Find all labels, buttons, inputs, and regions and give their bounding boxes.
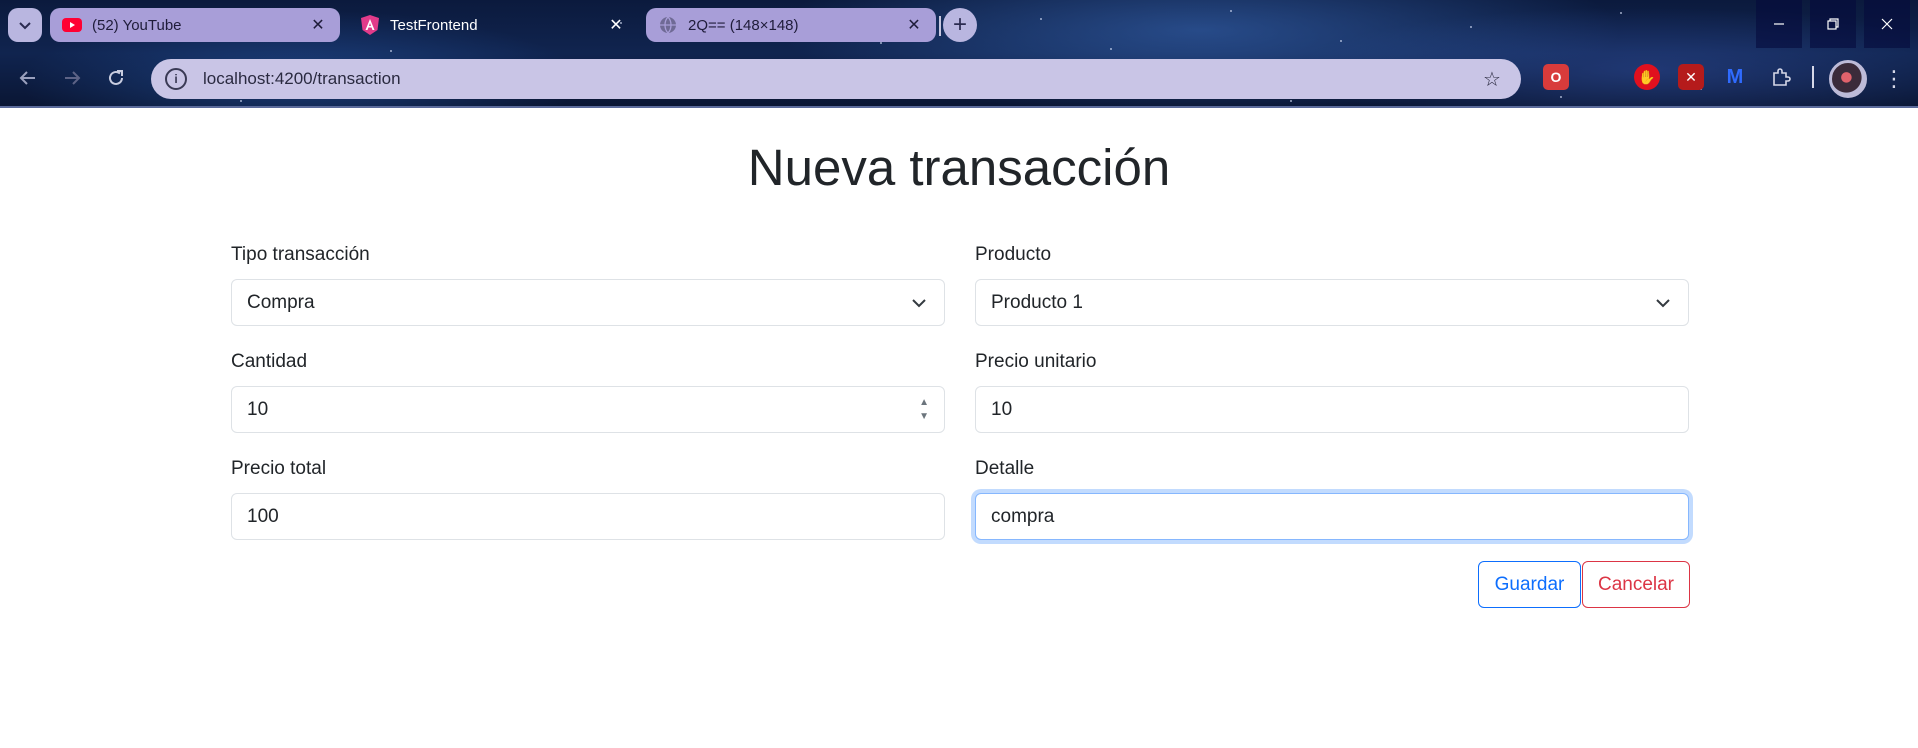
bookmark-star-icon[interactable]: ☆ [1477, 64, 1507, 94]
input-value: 100 [247, 505, 279, 527]
input-value: 10 [247, 398, 269, 420]
close-icon[interactable]: ✕ [606, 15, 626, 35]
back-button[interactable] [12, 62, 44, 94]
producto-label: Producto [975, 244, 1052, 265]
precio-unitario-input[interactable]: 10 [975, 386, 1689, 433]
more-options-icon[interactable]: ⋮ [1882, 62, 1906, 96]
malwarebytes-icon[interactable]: M [1722, 64, 1748, 90]
select-value: Compra [247, 291, 315, 313]
close-icon [1881, 18, 1893, 30]
cancelar-button[interactable]: Cancelar [1582, 561, 1690, 608]
tipo-transaccion-select[interactable]: Compra [231, 279, 945, 326]
tipo-transaccion-label: Tipo transacción [231, 244, 370, 265]
input-value: 10 [991, 398, 1013, 420]
precio-total-input[interactable]: 100 [231, 493, 945, 540]
tab-youtube[interactable]: (52) YouTube ✕ [50, 8, 340, 42]
spinner-up-icon[interactable]: ▲ [919, 397, 929, 408]
adblock-icon[interactable]: ✋ [1634, 64, 1660, 90]
url-text[interactable]: localhost:4200/transaction [203, 69, 1477, 89]
ublock-icon[interactable]: ✕ [1678, 64, 1704, 90]
reload-button[interactable] [100, 62, 132, 94]
guardar-button[interactable]: Guardar [1478, 561, 1581, 608]
minimize-button[interactable] [1756, 0, 1802, 48]
address-bar[interactable]: i localhost:4200/transaction ☆ [151, 59, 1521, 99]
browser-chrome: (52) YouTube ✕ TestFrontend ✕ 2Q== (148×… [0, 0, 1918, 108]
extensions-puzzle-icon[interactable] [1768, 64, 1794, 90]
detalle-label: Detalle [975, 458, 1035, 479]
cantidad-label: Cantidad [231, 351, 308, 372]
number-spinner[interactable]: ▲ ▼ [919, 397, 929, 422]
chevron-down-icon [19, 22, 31, 30]
tab-title: 2Q== (148×148) [688, 16, 799, 34]
restore-icon [1827, 18, 1839, 30]
close-icon[interactable]: ✕ [904, 15, 924, 35]
chevron-down-icon [1653, 293, 1673, 313]
page-title: Nueva transacción [747, 139, 1171, 196]
minimize-icon [1774, 23, 1784, 25]
site-info-icon[interactable]: i [165, 68, 187, 90]
arrow-right-icon [65, 71, 81, 85]
tab-search-button[interactable] [8, 8, 42, 42]
tab-testfrontend[interactable]: TestFrontend ✕ [348, 8, 638, 42]
reload-icon [109, 70, 123, 85]
input-value: compra [991, 505, 1055, 527]
tab-image[interactable]: 2Q== (148×148) ✕ [646, 8, 936, 42]
producto-select[interactable]: Producto 1 [975, 279, 1689, 326]
tab-title: TestFrontend [390, 16, 478, 34]
detalle-input[interactable]: compra [975, 493, 1689, 540]
new-tab-button[interactable]: + [943, 8, 977, 42]
office-icon[interactable]: O [1543, 64, 1569, 90]
globe-icon [658, 15, 678, 35]
spinner-down-icon[interactable]: ▼ [919, 411, 929, 422]
profile-avatar[interactable] [1829, 60, 1867, 98]
restore-button[interactable] [1810, 0, 1856, 48]
plus-icon: + [952, 11, 967, 38]
arrow-left-icon [19, 71, 35, 85]
chevron-down-icon [909, 293, 929, 313]
tab-title: (52) YouTube [92, 16, 182, 34]
cantidad-input[interactable]: 10 ▲ ▼ [231, 386, 945, 433]
precio-total-label: Precio total [231, 458, 327, 479]
precio-unitario-label: Precio unitario [975, 351, 1097, 372]
tab-separator [939, 16, 941, 36]
youtube-icon [62, 15, 82, 35]
toolbar-separator [1812, 66, 1814, 88]
angular-icon [360, 15, 380, 35]
select-value: Producto 1 [991, 291, 1083, 313]
forward-button[interactable] [56, 62, 88, 94]
close-window-button[interactable] [1864, 0, 1910, 48]
close-icon[interactable]: ✕ [308, 15, 328, 35]
